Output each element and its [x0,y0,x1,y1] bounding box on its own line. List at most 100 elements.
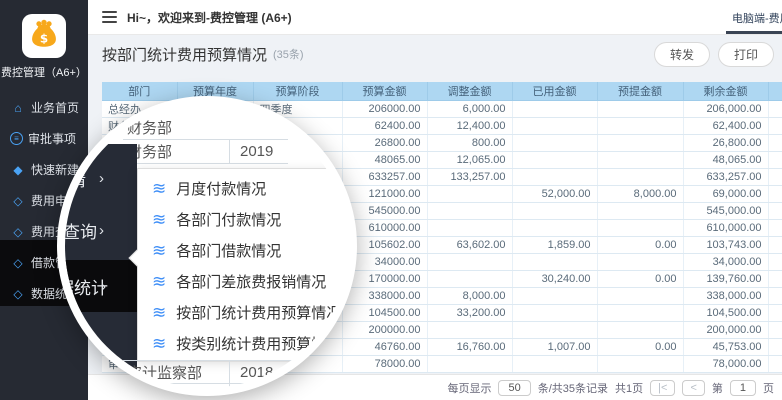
app-root: $ 费控管理（A6+） ⌂业务首页≡审批事项◆快速新建◇费用申请›◇费用查询›◇… [0,0,782,400]
cube-outline-icon: ◇ [10,194,26,208]
submenu-item-4[interactable]: ≋按部门统计费用预算情况 [138,297,350,328]
table-cell [768,202,782,219]
table-cell [512,202,597,219]
magnifier-circle: 财务部 财务部 2019 请 › 查询 › 据统计 › [57,96,357,396]
table-cell [427,219,512,236]
table-cell [597,134,683,151]
table-cell: 1,007.00 [512,338,597,355]
prev-page-button[interactable]: < [682,380,704,396]
table-cell [768,321,782,338]
table-cell: 30,240.00 [512,270,597,287]
submenu-item-label: 各部门差旅费报销情况 [176,271,326,292]
table-cell: 26,800.00 [683,134,768,151]
table-cell [768,168,782,185]
table-cell: 8,000.00 [597,185,683,202]
cube-outline-icon: ◇ [10,287,26,301]
table-cell: 103,743.00 [683,236,768,253]
fragment-label: 查询 [63,218,97,243]
chevron-right-icon: › [99,222,104,239]
submenu-item-label: 按类别统计费用预算情况 [176,333,341,354]
page-title: 按部门统计费用预算情况 [102,44,267,65]
table-cell [768,253,782,270]
table-cell [512,219,597,236]
submenu-item-0[interactable]: ≋月度付款情况 [138,173,350,204]
table-cell [597,355,683,372]
records-label: 条/共35条记录 [538,380,608,396]
welcome-text: Hi~，欢迎来到-费控管理 (A6+) [127,9,292,26]
submenu-item-1[interactable]: ≋各部门付款情况 [138,204,350,235]
tab-label: 电脑端-费用管理 [732,10,782,26]
submenu-item-5[interactable]: ≋ 按类别统计费用预算情况 [138,328,350,359]
table-cell: 0.00 [597,338,683,355]
table-cell: 133,257.00 [427,168,512,185]
table-cell: 34,000.00 [683,253,768,270]
table-cell [597,100,683,117]
column-header: 调整金额 [427,82,512,100]
record-count: (35条) [273,46,304,62]
table-cell [512,321,597,338]
table-cell [427,253,512,270]
table-cell [512,304,597,321]
table-cell: 0.00 [597,236,683,253]
sidebar-item-fragment[interactable]: 请 › [65,158,137,198]
total-pages-label: 共1页 [615,380,643,396]
table-cell: 170000.00 [342,270,427,287]
table-cell: 78000.00 [342,355,427,372]
table-cell: 1,859.00 [512,236,597,253]
table-cell: 200,000.00 [683,321,768,338]
table-cell [512,253,597,270]
table-cell [768,304,782,321]
table-cell: 26800.00 [342,134,427,151]
submenu-item-2[interactable]: ≋各部门借款情况 [138,235,350,266]
sidebar-item-data-statistics-active[interactable]: 据统计 › [65,260,137,312]
table-cell: 633,257.00 [683,168,768,185]
first-page-button[interactable]: |< [650,380,675,396]
table-cell [597,253,683,270]
page-number-input[interactable]: 1 [730,380,756,396]
table-cell [768,117,782,134]
layers-icon: ≋ [152,179,166,199]
table-cell [768,185,782,202]
table-cell: 121000.00 [342,185,427,202]
table-cell: 104,500.00 [683,304,768,321]
print-button[interactable]: 打印 [718,42,774,67]
table-cell: 338,000.00 [683,287,768,304]
table-cell: 6,000.00 [427,100,512,117]
table-cell: 52,000.00 [512,185,597,202]
page-prefix-label: 第 [712,380,723,396]
magnified-table-cells-top: 财务部 财务部 2019 [123,116,288,164]
table-cell: 206000.00 [342,100,427,117]
per-page-input[interactable]: 50 [498,380,530,396]
table-cell [427,185,512,202]
table-cell [768,355,782,372]
page-suffix-label: 页 [763,380,774,396]
table-cell: 45,753.00 [683,338,768,355]
table-cell: 633257.00 [342,168,427,185]
table-cell: 63,602.00 [427,236,512,253]
cube-outline-icon: ◇ [10,256,26,270]
table-cell [768,100,782,117]
approval-list-icon: ≡ [10,132,23,145]
forward-button[interactable]: 转发 [654,42,710,67]
app-logo: $ [22,14,66,58]
table-cell [512,355,597,372]
layers-icon: ≋ [152,334,166,354]
money-bag-icon: $ [27,17,61,56]
table-cell [512,100,597,117]
table-cell: 8,000.00 [427,287,512,304]
table-cell: 12,065.00 [427,151,512,168]
submenu-item-3[interactable]: ≋各部门差旅费报销情况 [138,266,350,297]
table-cell [597,219,683,236]
sidebar-item-fragment[interactable]: 查询 › [65,210,137,250]
per-page-label: 每页显示 [447,380,491,396]
svg-text:$: $ [40,31,48,45]
table-cell: 62,400.00 [683,117,768,134]
table-cell [768,236,782,253]
dept-cell: 财务部 [123,141,229,162]
tab-pc-expense[interactable]: 电脑端-费用管理 [722,0,782,35]
hamburger-menu-icon[interactable] [102,8,117,26]
table-cell [597,117,683,134]
table-cell: 16,760.00 [427,338,512,355]
cube-solid-icon: ◆ [10,163,26,177]
table-cell [512,168,597,185]
